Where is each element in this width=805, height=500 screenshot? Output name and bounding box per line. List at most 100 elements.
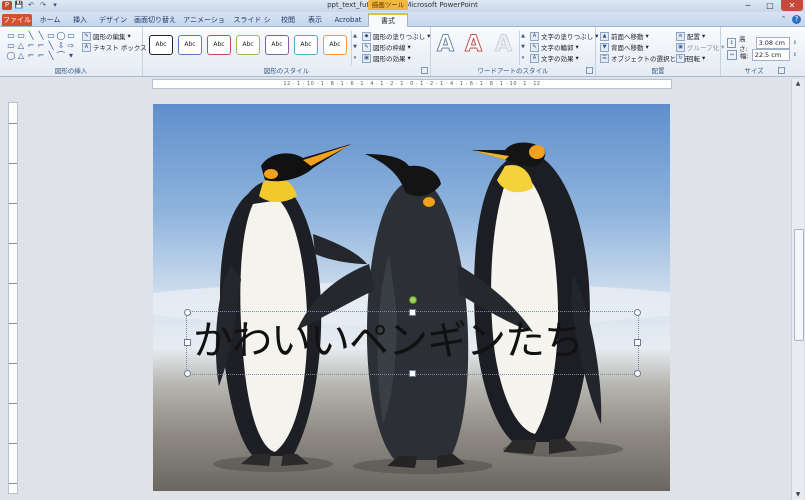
group-insert-shapes: ▭ ▭ ╲ ╲ ▭ ◯ ▭ ▭ △ ⌐ ⌐ ╲ ⇩ ⇨ ◯ △ ⌐ ⌐ ╲ ⌒ …	[0, 27, 152, 76]
gallery-up-icon[interactable]: ▲	[352, 31, 358, 42]
shape-arrow-right-icon[interactable]: ⇨	[66, 41, 76, 51]
style-preset-aqua[interactable]: Abc	[294, 35, 318, 55]
tab-review[interactable]: 校閲	[276, 14, 300, 26]
slide-title-text[interactable]: かわいいペンギンたち	[193, 316, 584, 366]
group-label-text: グループ化	[687, 44, 720, 52]
shape-oval-icon[interactable]: ◯	[56, 31, 66, 41]
shape-outline-button[interactable]: ✎ 図形の枠線 ▾	[362, 42, 411, 52]
scroll-up-icon[interactable]: ▲	[792, 79, 804, 89]
gallery-more-icon[interactable]: ▾	[352, 53, 358, 64]
width-row: ↔ 幅: 22.5 cm ⇕	[727, 49, 797, 61]
style-preset-red[interactable]: Abc	[207, 35, 231, 55]
text-box-button[interactable]: Aテキスト ボックス▾	[82, 42, 152, 52]
tab-view[interactable]: 表示	[302, 14, 328, 26]
shape-connector-icon[interactable]: ⌐	[36, 51, 46, 61]
text-fill-button[interactable]: A 文字の塗りつぶし ▾	[530, 31, 598, 41]
tab-transitions[interactable]: 画面切り替え	[132, 14, 178, 26]
minimize-ribbon-icon[interactable]: ⌃	[779, 15, 788, 24]
resize-handle-bottom-right[interactable]	[634, 370, 641, 377]
shape-line-icon[interactable]: ╲	[26, 31, 36, 41]
height-input[interactable]: 3.08 cm	[755, 37, 790, 49]
minimize-button[interactable]: ─	[737, 0, 759, 11]
resize-handle-top-right[interactable]	[634, 309, 641, 316]
gallery-down-icon[interactable]: ▼	[352, 42, 358, 53]
width-spinner-icon[interactable]: ⇕	[793, 52, 797, 58]
shape-line-icon[interactable]: ╲	[36, 31, 46, 41]
text-effects-button[interactable]: A 文字の効果 ▾	[530, 53, 579, 63]
tab-file[interactable]: ファイル	[2, 14, 32, 26]
resize-handle-right[interactable]	[634, 339, 641, 346]
scroll-down-icon[interactable]: ▼	[792, 490, 804, 500]
gallery-more-icon[interactable]: ▾	[66, 51, 76, 61]
shape-line-icon[interactable]: ╲	[46, 51, 56, 61]
vertical-ruler[interactable]	[8, 102, 18, 494]
tab-animations[interactable]: アニメーション	[180, 14, 228, 36]
group-button[interactable]: ▣ グループ化 ▾	[676, 42, 724, 52]
text-outline-button[interactable]: ✎ 文字の輪郭 ▾	[530, 42, 579, 52]
align-button[interactable]: ≡ 配置 ▾	[676, 31, 705, 41]
resize-handle-left[interactable]	[184, 339, 191, 346]
shape-connector-icon[interactable]: ⌐	[26, 51, 36, 61]
edit-shape-button[interactable]: ✎ 図形の編集 ▾	[82, 31, 131, 41]
resize-handle-bottom[interactable]	[409, 370, 416, 377]
edit-shape-icon: ✎	[82, 31, 91, 41]
shape-connector-icon[interactable]: ⌐	[26, 41, 36, 51]
shape-triangle-icon[interactable]: △	[16, 51, 26, 61]
shape-line-icon[interactable]: ╲	[46, 41, 56, 51]
scrollbar-thumb[interactable]	[794, 229, 804, 341]
wordart-preset-light[interactable]: A	[494, 32, 512, 58]
gallery-more-icon[interactable]: ▾	[520, 53, 526, 64]
tab-insert[interactable]: 挿入	[66, 14, 94, 26]
tab-design[interactable]: デザイン	[96, 14, 130, 26]
shape-rectangle-icon[interactable]: ▭	[66, 31, 76, 41]
tab-acrobat[interactable]: Acrobat	[330, 14, 366, 26]
vertical-scrollbar[interactable]: ▲ ▼	[791, 79, 804, 500]
shape-triangle-icon[interactable]: △	[16, 41, 26, 51]
horizontal-ruler[interactable]: 12 · 1 · 10 · 1 · 8 · 1 · 6 · 1 · 4 · 1 …	[152, 79, 672, 89]
shape-rectangle-icon[interactable]: ▭	[6, 41, 16, 51]
shape-connector-icon[interactable]: ⌐	[36, 41, 46, 51]
resize-handle-top[interactable]	[409, 309, 416, 316]
shape-arc-icon[interactable]: ⌒	[56, 51, 66, 61]
text-fill-icon: A	[530, 31, 539, 41]
rotate-button[interactable]: ↻ 回転 ▾	[676, 53, 705, 63]
dialog-launcher-icon[interactable]	[586, 67, 593, 74]
resize-handle-bottom-left[interactable]	[184, 370, 191, 377]
shape-oval-icon[interactable]: ◯	[6, 51, 16, 61]
style-preset-blue[interactable]: Abc	[178, 35, 202, 55]
shape-fill-button[interactable]: ◆ 図形の塗りつぶし ▾	[362, 31, 430, 41]
text-effects-icon: A	[530, 53, 539, 63]
wordart-preset-outline[interactable]: A	[436, 32, 454, 58]
shape-effects-button[interactable]: ▣ 図形の効果 ▾	[362, 53, 411, 63]
gallery-up-icon[interactable]: ▲	[520, 31, 526, 42]
shape-arrow-down-icon[interactable]: ⇩	[56, 41, 66, 51]
dialog-launcher-icon[interactable]	[421, 67, 428, 74]
height-spinner-icon[interactable]: ⇕	[793, 40, 797, 46]
style-preset-purple[interactable]: Abc	[265, 35, 289, 55]
style-preset-green[interactable]: Abc	[236, 35, 260, 55]
shape-rectangle-icon[interactable]: ▭	[6, 31, 16, 41]
shape-textbox-icon[interactable]: ▭	[16, 31, 26, 41]
maximize-button[interactable]: □	[759, 0, 781, 11]
close-button[interactable]: ✕	[781, 0, 803, 11]
width-input[interactable]: 22.5 cm	[751, 49, 790, 61]
resize-handle-top-left[interactable]	[184, 309, 191, 316]
help-icon[interactable]: ?	[792, 15, 801, 24]
dialog-launcher-icon[interactable]	[778, 67, 785, 74]
gallery-down-icon[interactable]: ▼	[520, 42, 526, 53]
tab-home[interactable]: ホーム	[36, 14, 64, 26]
style-preset-orange[interactable]: Abc	[323, 35, 347, 55]
shape-rectangle-icon[interactable]: ▭	[46, 31, 56, 41]
rotation-handle[interactable]	[409, 296, 417, 304]
style-preset-dark[interactable]: Abc	[149, 35, 173, 55]
wordart-preset-red[interactable]: A	[464, 32, 482, 58]
tab-format[interactable]: 書式	[368, 13, 408, 28]
align-icon: ≡	[676, 31, 685, 41]
send-backward-button[interactable]: ▼ 背面へ移動 ▾	[600, 42, 649, 52]
rotate-icon: ↻	[676, 53, 685, 63]
shape-gallery: ▭ ▭ ╲ ╲ ▭ ◯ ▭ ▭ △ ⌐ ⌐ ╲ ⇩ ⇨ ◯ △ ⌐ ⌐ ╲ ⌒ …	[6, 31, 76, 61]
bring-forward-button[interactable]: ▲ 前面へ移動 ▾	[600, 31, 649, 41]
slide-title-textbox[interactable]: かわいいペンギンたち	[186, 311, 639, 375]
group-label: 配置	[651, 67, 665, 75]
tab-slideshow[interactable]: スライド ショー	[230, 14, 274, 36]
